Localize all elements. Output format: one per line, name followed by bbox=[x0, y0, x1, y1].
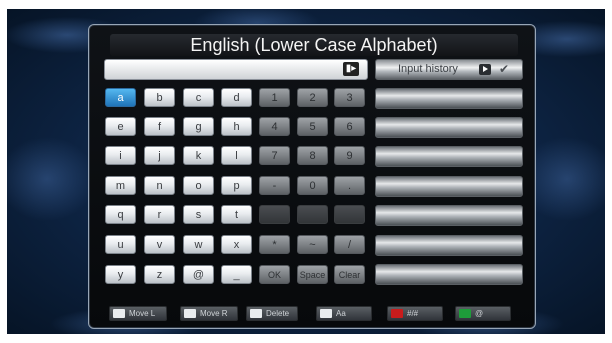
key-9[interactable]: 9 bbox=[334, 146, 365, 165]
key-ok[interactable]: OK bbox=[259, 265, 290, 284]
footer-label: @ bbox=[475, 309, 484, 318]
key-5[interactable]: 5 bbox=[297, 117, 328, 136]
history-slot-3[interactable] bbox=[375, 146, 523, 167]
history-slot-6[interactable] bbox=[375, 235, 523, 256]
key-0[interactable]: 0 bbox=[297, 176, 328, 195]
key-t[interactable]: t bbox=[221, 205, 252, 224]
footer--button[interactable]: @ bbox=[455, 306, 511, 321]
key-x[interactable]: x bbox=[221, 235, 252, 254]
key-a[interactable]: a bbox=[105, 88, 136, 107]
key-d[interactable]: d bbox=[221, 88, 252, 107]
key-6[interactable]: 6 bbox=[334, 117, 365, 136]
key-l[interactable]: l bbox=[221, 146, 252, 165]
history-slot-5[interactable] bbox=[375, 205, 523, 226]
key-2[interactable]: 2 bbox=[297, 88, 328, 107]
footer-move-l-button[interactable]: Move L bbox=[109, 306, 167, 321]
footer-delete-button[interactable]: Delete bbox=[246, 306, 298, 321]
key-clear[interactable]: Clear bbox=[334, 265, 365, 284]
footer-label: Move R bbox=[200, 309, 228, 318]
key-1[interactable]: 1 bbox=[259, 88, 290, 107]
key-s[interactable]: s bbox=[183, 205, 214, 224]
key-b[interactable]: b bbox=[144, 88, 175, 107]
key-g[interactable]: g bbox=[183, 117, 214, 136]
history-slot-7[interactable] bbox=[375, 264, 523, 285]
key-i[interactable]: i bbox=[105, 146, 136, 165]
cursor-end-icon[interactable]: ▮▸ bbox=[343, 62, 359, 76]
key-3[interactable]: 3 bbox=[334, 88, 365, 107]
history-slot-4[interactable] bbox=[375, 176, 523, 197]
left-arrow-key-icon bbox=[113, 309, 125, 318]
key-y[interactable]: y bbox=[105, 265, 136, 284]
key-r[interactable]: r bbox=[144, 205, 175, 224]
key-k[interactable]: k bbox=[183, 146, 214, 165]
play-icon bbox=[479, 64, 491, 75]
red-key-icon bbox=[391, 309, 403, 318]
key-7[interactable]: 7 bbox=[259, 146, 290, 165]
key-f[interactable]: f bbox=[144, 117, 175, 136]
key-blank-0[interactable] bbox=[259, 205, 290, 224]
key-m[interactable]: m bbox=[105, 176, 136, 195]
input-history-header[interactable]: Input history ✔ bbox=[375, 59, 523, 80]
key-space[interactable]: Space bbox=[297, 265, 328, 284]
key-q[interactable]: q bbox=[105, 205, 136, 224]
footer-label: Delete bbox=[266, 309, 290, 318]
key-w[interactable]: w bbox=[183, 235, 214, 254]
footer-move-r-button[interactable]: Move R bbox=[180, 306, 238, 321]
keyboard-title: English (Lower Case Alphabet) bbox=[190, 35, 438, 55]
right-arrow-key-icon bbox=[184, 309, 196, 318]
footer-label: Move L bbox=[129, 309, 156, 318]
key-8[interactable]: 8 bbox=[297, 146, 328, 165]
key-u[interactable]: u bbox=[105, 235, 136, 254]
key-z[interactable]: z bbox=[144, 265, 175, 284]
footer--button[interactable]: #/# bbox=[387, 306, 443, 321]
footer-label: Aa bbox=[336, 309, 346, 318]
key-4[interactable]: 4 bbox=[259, 117, 290, 136]
input-history-label: Input history bbox=[398, 63, 458, 75]
delete-key-icon bbox=[250, 309, 262, 318]
green-key-icon bbox=[459, 309, 471, 318]
search-key-icon bbox=[320, 309, 332, 318]
key-e[interactable]: e bbox=[105, 117, 136, 136]
key-tilde[interactable]: ~ bbox=[297, 235, 328, 254]
key-v[interactable]: v bbox=[144, 235, 175, 254]
key-n[interactable]: n bbox=[144, 176, 175, 195]
key-slash[interactable]: / bbox=[334, 235, 365, 254]
key-underscore[interactable]: _ bbox=[221, 265, 252, 284]
key-blank-1[interactable] bbox=[297, 205, 328, 224]
key-at[interactable]: @ bbox=[183, 265, 214, 284]
footer-aa-button[interactable]: Aa bbox=[316, 306, 372, 321]
history-slot-1[interactable] bbox=[375, 88, 523, 109]
history-slot-2[interactable] bbox=[375, 117, 523, 138]
key-j[interactable]: j bbox=[144, 146, 175, 165]
title-bar: English (Lower Case Alphabet) bbox=[110, 34, 518, 56]
key-blank-2[interactable] bbox=[334, 205, 365, 224]
key-c[interactable]: c bbox=[183, 88, 214, 107]
key-star[interactable]: * bbox=[259, 235, 290, 254]
key-p[interactable]: p bbox=[221, 176, 252, 195]
footer-label: #/# bbox=[407, 309, 419, 318]
key-h[interactable]: h bbox=[221, 117, 252, 136]
key-o[interactable]: o bbox=[183, 176, 214, 195]
key-dash[interactable]: - bbox=[259, 176, 290, 195]
text-input-field[interactable] bbox=[104, 59, 368, 80]
key-dot[interactable]: . bbox=[334, 176, 365, 195]
check-icon: ✔ bbox=[499, 62, 510, 76]
